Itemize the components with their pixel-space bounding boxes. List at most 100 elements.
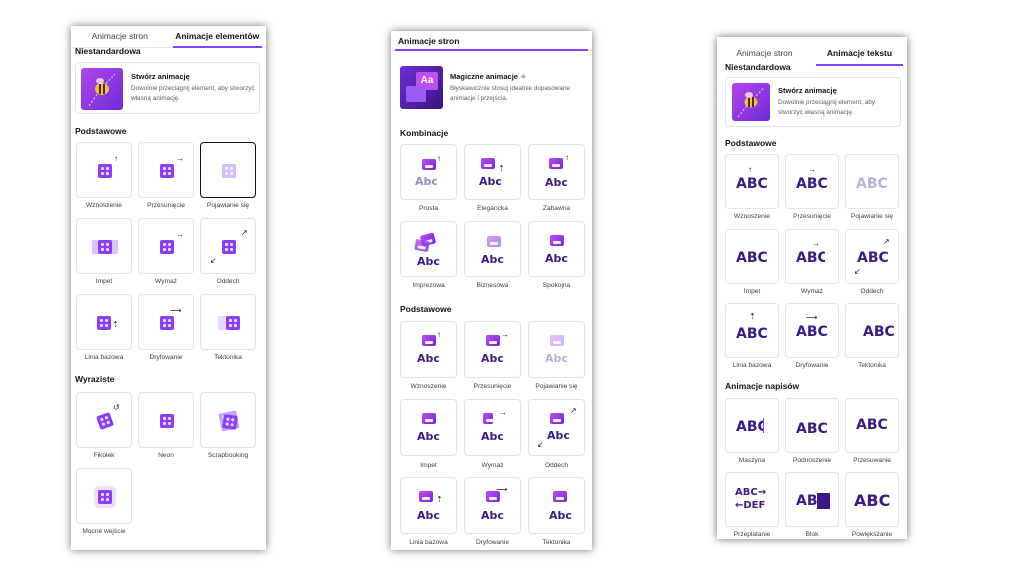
image-icon	[487, 236, 501, 247]
bold-heading: Wyraziste	[75, 374, 115, 384]
tile-label: Mocne wejście	[82, 528, 126, 535]
combo-tile-elegant[interactable]: ⇡ Abc	[464, 144, 521, 200]
combo-tile-playful[interactable]: ↑ Abc	[528, 144, 585, 200]
text-sample: ABC	[736, 326, 768, 338]
tile-label: Linia bazowa	[409, 539, 448, 546]
tile-label: Wznoszenie	[734, 213, 770, 220]
text-sample: Abc	[547, 429, 570, 442]
page-tile-tectonic[interactable]: Abc	[528, 477, 585, 534]
anim-tile-wipe[interactable]: →	[138, 218, 194, 274]
anim-tile-breathe[interactable]	[76, 218, 132, 274]
text-sample: ABC	[796, 421, 828, 437]
text-sample: Abc	[481, 509, 504, 522]
arrow-up-icon: ↑	[748, 165, 752, 174]
text-tile-breathe[interactable]: ↗ ↙ ABC	[845, 229, 899, 284]
anim-tile-scrapbook[interactable]	[200, 392, 256, 448]
image-icon	[419, 491, 433, 502]
text-tile-fade[interactable]: ABC	[845, 154, 899, 209]
anim-tile-pan[interactable]: →	[138, 142, 194, 198]
create-animation-card[interactable]: Stwórz animację Dowolnie przeciągnij ele…	[725, 77, 901, 127]
tile-label: Spokojna	[542, 282, 571, 289]
combo-tile-simple[interactable]: ↑ Abc	[400, 144, 457, 200]
image-icon	[414, 238, 430, 253]
anim-tile-drift[interactable]: ⟶	[138, 294, 194, 350]
text-tile-tectonic[interactable]: ABC	[845, 303, 899, 358]
basic-heading: Podstawowe	[75, 126, 127, 136]
bee-icon	[737, 87, 765, 118]
image-icon	[486, 335, 500, 346]
caption-tile-typewriter[interactable]: ABC	[725, 398, 779, 453]
text-tile-drift[interactable]: ⟶ ABC	[785, 303, 839, 358]
tile-label: Zabawna	[542, 205, 571, 212]
element-icon	[226, 316, 240, 330]
text-sample: Abc	[481, 253, 504, 266]
tab-page-animations[interactable]: Animacje stron	[391, 31, 592, 51]
arrow-right-icon: →	[176, 230, 184, 239]
text-sample: ABC	[796, 176, 828, 192]
tile-label: Powiększanie	[851, 531, 893, 538]
anim-tile-breath[interactable]: ↗ ↙	[200, 218, 256, 274]
tile-label: Podnoszenie	[792, 457, 832, 464]
tile-label: Impet	[420, 462, 437, 469]
text-sample: ABC	[736, 250, 768, 266]
arrow-right-icon: →	[501, 330, 509, 339]
caption-tile-zoom[interactable]: ABC	[845, 472, 899, 527]
tab-element-animations[interactable]: Animacje elementów	[169, 26, 267, 48]
tile-label: Pojawianie się	[535, 383, 578, 390]
page-tile-drift[interactable]: ⟶ Abc	[464, 477, 521, 534]
anim-tile-rise[interactable]: ↑	[76, 142, 132, 198]
arrow-up-icon: ↑	[437, 330, 441, 339]
page-tile-rise[interactable]: ↑ Abc	[400, 321, 457, 378]
arrow-diag-out-icon: ↗	[570, 406, 577, 415]
text-sample: ABC	[857, 250, 889, 266]
tile-label: Przesunięcie	[473, 383, 512, 390]
text-sample: ABC	[736, 176, 768, 192]
tile-label: Elegancka	[477, 205, 508, 212]
anim-tile-tectonic[interactable]	[200, 294, 256, 350]
text-tile-impact[interactable]: ABC	[725, 229, 779, 284]
page-tile-pan[interactable]: → Abc	[464, 321, 521, 378]
tile-label: Blok	[805, 531, 819, 538]
page-tile-baseline[interactable]: ⇡ Abc	[400, 477, 457, 534]
text-tile-pan[interactable]: → ABC	[785, 154, 839, 209]
anim-tile-neon[interactable]	[138, 392, 194, 448]
card-title: Stwórz animację	[131, 72, 190, 81]
page-tile-wipe[interactable]: → Abc	[464, 399, 521, 456]
caption-tile-ascend[interactable]: ABC	[785, 398, 839, 453]
combo-tile-business[interactable]: Abc	[464, 221, 521, 277]
caption-tile-merge[interactable]: ABC→ ←DEF	[725, 472, 779, 527]
anim-tile-baseline[interactable]: ⇡	[76, 294, 132, 350]
magic-animations-card[interactable]: Aa Magiczne animacje ✳ Błyskawicznie sto…	[397, 63, 585, 116]
card-desc: Dowolnie przeciągnij element, aby stworz…	[131, 85, 255, 102]
tab-page-animations[interactable]: Animacje stron	[71, 26, 169, 47]
anim-tile-fade[interactable]	[200, 142, 256, 198]
sparkle-icon: ✳	[520, 72, 527, 81]
arrow-up-icon: ↑	[565, 153, 569, 162]
page-tile-fade[interactable]: Abc	[528, 321, 585, 378]
rotate-arrow-icon: ↺	[113, 403, 120, 412]
page-tile-impact[interactable]: Abc	[400, 399, 457, 456]
tile-label: Dryfowanie	[795, 362, 829, 369]
caption-animations-heading: Animacje napisów	[725, 381, 800, 391]
text-sample: ABC	[796, 324, 828, 340]
page-tile-breathe[interactable]: ↗ ↙ Abc	[528, 399, 585, 456]
tile-label: Prosta	[418, 205, 439, 212]
tab-text-animations[interactable]: Animacje tekstu	[812, 43, 907, 66]
anim-tile-stomp[interactable]	[76, 468, 132, 524]
create-animation-card[interactable]: Stwórz animację Dowolnie przeciągnij ele…	[75, 62, 260, 114]
caption-tile-block[interactable]: ABC	[785, 472, 839, 527]
tile-label: Wznoszenie	[86, 202, 122, 209]
element-icon	[96, 412, 114, 430]
element-icon	[160, 164, 174, 178]
image-icon	[483, 413, 494, 424]
combo-tile-calm[interactable]: Abc	[528, 221, 585, 277]
arrow-up-icon: ↑	[437, 154, 441, 163]
text-tile-wipe[interactable]: → ABC	[785, 229, 839, 284]
text-tile-rise[interactable]: ↑ ABC	[725, 154, 779, 209]
text-tile-baseline[interactable]: ⇡ ABC	[725, 303, 779, 358]
caption-tile-shift[interactable]: ABC	[845, 398, 899, 453]
combo-tile-party[interactable]: Abc	[400, 221, 457, 277]
anim-tile-tumble[interactable]: ↺	[76, 392, 132, 448]
text-cursor-icon	[763, 418, 764, 433]
tile-label: Biznesowa	[476, 282, 509, 289]
